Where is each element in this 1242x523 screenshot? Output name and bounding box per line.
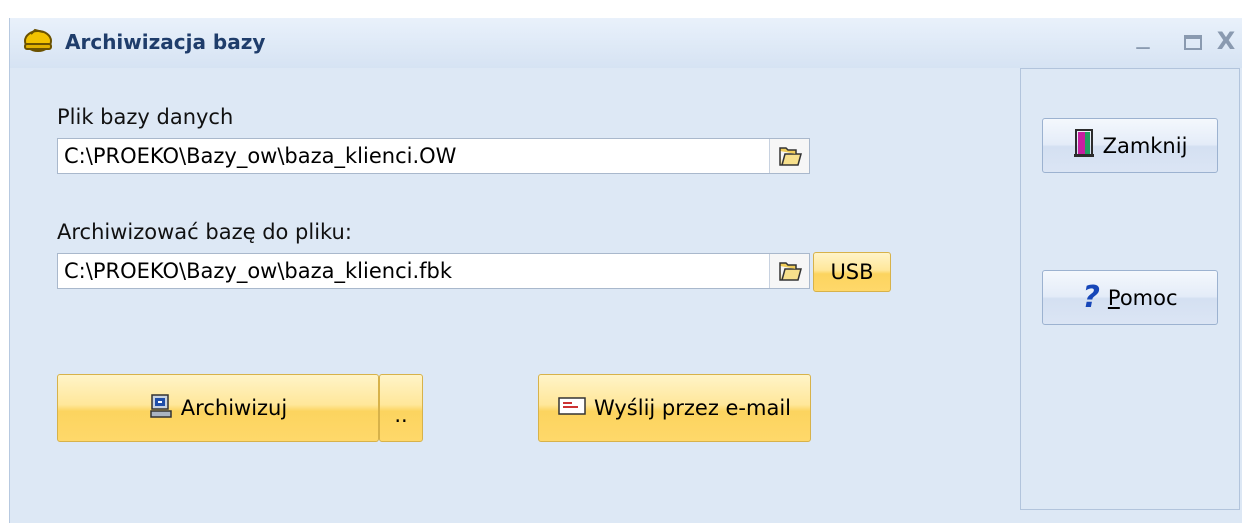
source-path-input[interactable] — [58, 139, 758, 173]
target-path-field — [57, 253, 810, 289]
close-window-button[interactable]: X — [1210, 27, 1242, 55]
help-button[interactable]: ? Pomoc — [1042, 270, 1218, 325]
folder-open-icon — [778, 262, 802, 281]
source-label: Plik bazy danych — [57, 105, 234, 129]
archive-label: Archiwizuj — [180, 396, 288, 420]
target-path-input[interactable] — [58, 254, 758, 288]
usb-label: USB — [830, 260, 874, 284]
send-email-label: Wyślij przez e-mail — [593, 396, 792, 420]
send-email-button[interactable]: Wyślij przez e-mail — [538, 374, 811, 442]
maximize-button[interactable] — [1177, 24, 1209, 50]
target-label: Archiwizować bazę do pliku: — [57, 220, 352, 244]
usb-button[interactable]: USB — [813, 252, 891, 292]
folder-open-icon — [778, 147, 802, 166]
maximize-icon — [1184, 35, 1202, 50]
source-browse-button[interactable] — [769, 139, 809, 173]
archive-dialog: Archiwizacja bazy _ X Plik bazy danych A… — [9, 18, 1242, 523]
archive-computer-icon — [149, 393, 173, 424]
side-panel: Zamknij ? Pomoc — [1020, 68, 1240, 510]
help-label: Pomoc — [1107, 285, 1178, 310]
exit-door-icon — [1073, 128, 1095, 163]
source-path-field — [57, 138, 810, 174]
app-helmet-icon — [21, 26, 55, 56]
close-button[interactable]: Zamknij — [1042, 118, 1218, 173]
window-title: Archiwizacja bazy — [65, 30, 266, 54]
envelope-icon — [558, 396, 586, 420]
archive-button[interactable]: Archiwizuj — [57, 374, 379, 442]
archive-options-button[interactable]: .. — [379, 374, 423, 442]
target-browse-button[interactable] — [769, 254, 809, 288]
title-bar: Archiwizacja bazy _ X — [10, 18, 1242, 68]
minimize-button[interactable]: _ — [1127, 20, 1159, 50]
question-icon: ? — [1082, 280, 1100, 315]
close-label: Zamknij — [1102, 133, 1188, 158]
archive-options-label: .. — [394, 403, 408, 427]
